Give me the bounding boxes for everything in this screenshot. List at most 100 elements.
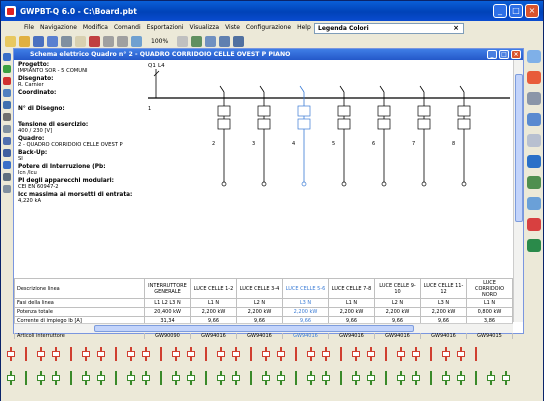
motor-icon[interactable]: [200, 371, 212, 385]
maximize-button[interactable]: □: [509, 4, 523, 18]
table-cell[interactable]: 20,400 kW: [144, 307, 191, 317]
fuse-icon[interactable]: [20, 347, 32, 361]
transformer-icon[interactable]: [245, 371, 257, 385]
properties-icon[interactable]: [3, 113, 11, 121]
table-cell[interactable]: LUCE CELLE 9-10: [374, 278, 421, 299]
preview-icon[interactable]: [75, 35, 86, 47]
menu-configurazione[interactable]: Configurazione: [243, 24, 294, 31]
zoom-in-icon[interactable]: [103, 35, 114, 47]
contactor-icon[interactable]: [140, 347, 152, 361]
group-icon[interactable]: [3, 173, 11, 181]
fuse-icon[interactable]: [200, 347, 212, 361]
text-icon[interactable]: [3, 161, 11, 169]
vertical-scroll-thumb[interactable]: [515, 74, 523, 222]
zoom-dropdown-icon[interactable]: [177, 35, 189, 47]
refresh-icon[interactable]: [191, 35, 203, 47]
table-cell[interactable]: LUCE CELLE 7-8: [328, 278, 375, 299]
table-icon[interactable]: [527, 113, 541, 126]
close-button[interactable]: ×: [525, 4, 539, 18]
table-cell[interactable]: L1 N: [328, 298, 375, 308]
menu-help[interactable]: Help: [294, 24, 314, 31]
motor-icon[interactable]: [110, 371, 122, 385]
load-icon[interactable]: [5, 371, 17, 385]
fuse-icon[interactable]: [110, 347, 122, 361]
meter-icon[interactable]: [170, 347, 182, 361]
sensor-icon[interactable]: [170, 371, 182, 385]
table-cell[interactable]: LUCE CELLE 5-6: [282, 278, 329, 299]
lamp-icon[interactable]: [215, 371, 227, 385]
feeder-5[interactable]: 5: [332, 85, 351, 187]
feeder-3[interactable]: 3: [252, 85, 271, 187]
schematic-diagram[interactable]: Q1 L4 1 2 3 4 5 6 7 8: [144, 60, 512, 278]
load-icon[interactable]: [275, 371, 287, 385]
relay-icon[interactable]: [335, 347, 347, 361]
table-cell[interactable]: L1 N: [466, 298, 513, 308]
switch-icon[interactable]: [305, 347, 317, 361]
cut-icon[interactable]: [89, 35, 100, 47]
open-folder-icon[interactable]: [19, 35, 30, 47]
arrow-icon[interactable]: [3, 89, 11, 97]
sensor-icon[interactable]: [80, 371, 92, 385]
breaker-icon[interactable]: [5, 347, 17, 361]
feeder-6[interactable]: 6: [372, 85, 391, 187]
table-cell[interactable]: L3 N: [420, 298, 467, 308]
motor-icon[interactable]: [20, 371, 32, 385]
printer-icon[interactable]: [527, 92, 541, 105]
motor-icon[interactable]: [470, 371, 482, 385]
vertical-scrollbar[interactable]: [513, 60, 523, 322]
horizontal-scroll-thumb[interactable]: [94, 325, 414, 332]
motor-icon[interactable]: [380, 371, 392, 385]
socket-icon[interactable]: [410, 371, 422, 385]
lamp-icon[interactable]: [485, 371, 497, 385]
table-cell[interactable]: L1 N: [190, 298, 237, 308]
switch-icon[interactable]: [35, 347, 47, 361]
settings-icon[interactable]: [3, 185, 11, 193]
menu-navigazione[interactable]: Navigazione: [37, 24, 80, 31]
components-icon[interactable]: [527, 71, 541, 84]
relay-icon[interactable]: [155, 347, 167, 361]
lamp-icon[interactable]: [125, 371, 137, 385]
table-cell[interactable]: L2 N: [236, 298, 283, 308]
export-icon[interactable]: [527, 239, 541, 252]
menu-viste[interactable]: Viste: [222, 24, 243, 31]
sensor-icon[interactable]: [350, 371, 362, 385]
delete-icon[interactable]: [3, 77, 11, 85]
add-icon[interactable]: [3, 65, 11, 73]
relay-icon[interactable]: [245, 347, 257, 361]
zoom-level[interactable]: 100%: [145, 38, 174, 45]
feeder-4[interactable]: 4: [292, 85, 311, 187]
inner-minimize-button[interactable]: _: [487, 50, 497, 59]
table-cell[interactable]: 2,200 kW: [420, 307, 467, 317]
legenda-colori-box[interactable]: Legenda Colori ×: [314, 23, 464, 34]
contactor-icon[interactable]: [230, 347, 242, 361]
sensor-icon[interactable]: [260, 371, 272, 385]
alert-icon[interactable]: [527, 218, 541, 231]
wizard-icon[interactable]: [527, 50, 541, 63]
switch-icon[interactable]: [527, 176, 541, 189]
zoom-fit-icon[interactable]: [131, 35, 142, 47]
fuse-icon[interactable]: [380, 347, 392, 361]
table-cell[interactable]: INTERRUTTORE GENERALE: [144, 278, 191, 299]
transformer-icon[interactable]: [335, 371, 347, 385]
switch-icon[interactable]: [215, 347, 227, 361]
feeder-8[interactable]: 8: [452, 85, 471, 187]
meter-icon[interactable]: [350, 347, 362, 361]
calculator-icon[interactable]: [527, 155, 541, 168]
select-icon[interactable]: [3, 53, 11, 61]
table-cell[interactable]: L2 N: [374, 298, 421, 308]
inner-maximize-button[interactable]: □: [499, 50, 509, 59]
new-file-icon[interactable]: [5, 35, 16, 47]
menu-modifica[interactable]: Modifica: [80, 24, 111, 31]
transformer-icon[interactable]: [425, 371, 437, 385]
relay-icon[interactable]: [65, 347, 77, 361]
table-cell[interactable]: LUCE CELLE 11-12: [420, 278, 467, 299]
lamp-icon[interactable]: [395, 371, 407, 385]
layout-icon[interactable]: [219, 35, 231, 47]
socket-icon[interactable]: [500, 371, 512, 385]
menu-file[interactable]: File: [21, 24, 37, 31]
breaker-icon[interactable]: [365, 347, 377, 361]
meter-icon[interactable]: [260, 347, 272, 361]
feeder-7[interactable]: 7: [412, 85, 431, 187]
sensor-icon[interactable]: [440, 371, 452, 385]
table-cell[interactable]: 2,200 kW: [282, 307, 329, 317]
